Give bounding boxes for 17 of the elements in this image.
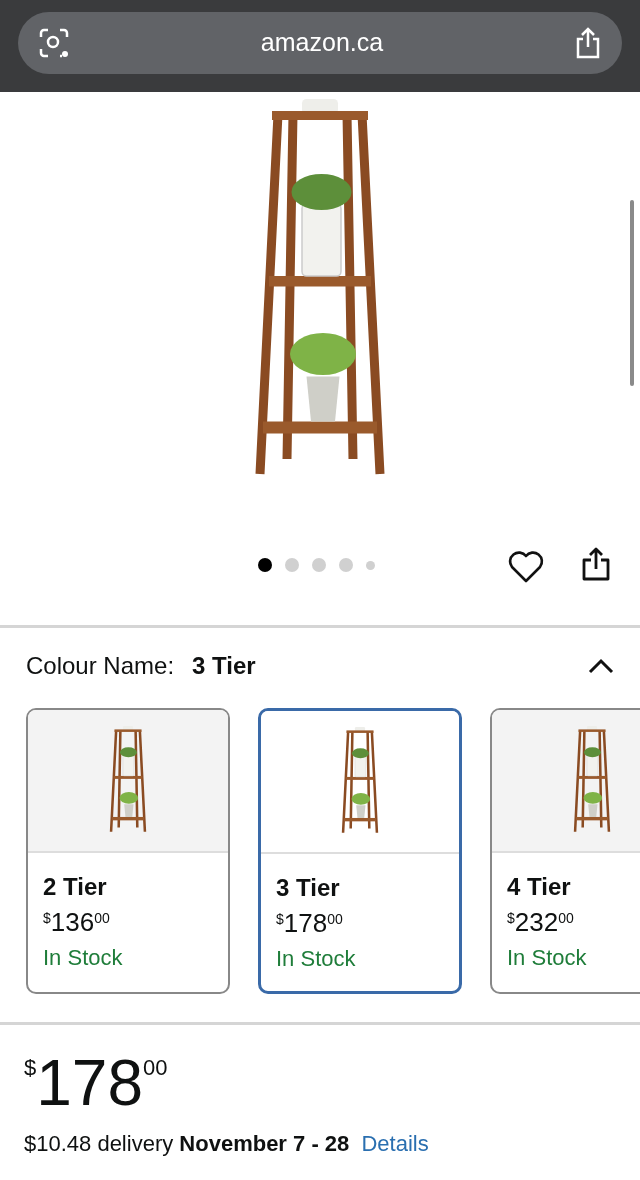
collapse-chevron-icon[interactable] (588, 658, 614, 674)
stock-status: In Stock (276, 945, 357, 973)
variation-label: Colour Name: (26, 651, 175, 681)
address-bar[interactable]: amazon.ca (18, 12, 622, 74)
camera-search-icon[interactable] (38, 27, 70, 59)
stock-status: In Stock (43, 944, 124, 972)
url-text: amazon.ca (260, 27, 384, 59)
option-name: 4 Tier (507, 872, 572, 902)
share-icon[interactable] (574, 27, 602, 59)
details-link[interactable]: Details (361, 1131, 429, 1156)
share-icon[interactable] (581, 546, 611, 582)
stock-status: In Stock (507, 944, 588, 972)
option-name: 3 Tier (276, 873, 341, 903)
heart-icon[interactable] (508, 550, 544, 584)
delivery-info: $10.48 delivery November 7 - 28 Details (24, 1130, 430, 1158)
option-name: 2 Tier (43, 872, 108, 902)
selected-variation: 3 Tier (192, 651, 256, 681)
